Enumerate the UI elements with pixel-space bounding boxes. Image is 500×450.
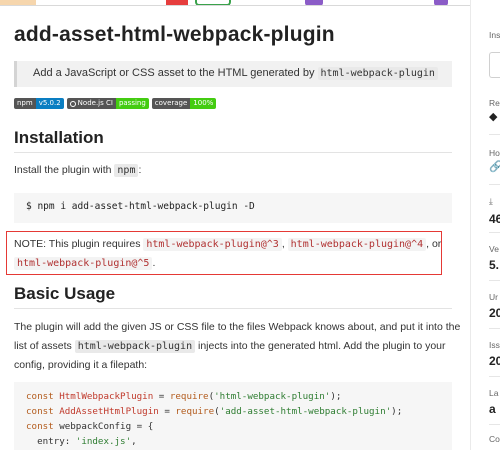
usage-paragraph-line: config, providing it a filepath: — [14, 359, 148, 371]
description-text: Add a JavaScript or CSS asset to the HTM… — [33, 67, 318, 79]
sidebar-divider — [489, 184, 500, 185]
repository-label: Re — [489, 98, 500, 108]
basic-usage-heading: Basic Usage — [14, 284, 116, 303]
downloads-icon: ⤓ — [489, 196, 493, 206]
collaborators-label: Co — [489, 434, 500, 444]
unpacked-size-value: 20 — [489, 306, 500, 320]
package-title: add-asset-html-webpack-plugin — [14, 23, 335, 46]
ci-status-badge[interactable]: Node.js CI passing — [66, 98, 149, 109]
heading-divider — [14, 308, 452, 309]
package-sidebar: Ins Re ◆ Ho 🔗 ⤓ 46 Ve 5. Ur 20 Iss 20 La… — [470, 0, 500, 450]
sidebar-divider — [489, 232, 500, 233]
install-command-input[interactable] — [489, 52, 500, 78]
badge-row: npm v5.0.2 Node.js CI passing coverage 1… — [14, 98, 217, 109]
readme-content: add-asset-html-webpack-plugin Add a Java… — [0, 0, 470, 450]
sidebar-divider — [489, 280, 500, 281]
install-label: Ins — [489, 30, 500, 40]
install-command-block[interactable]: $ npm i add-asset-html-webpack-plugin -D — [14, 193, 452, 223]
version-label: Ve — [489, 244, 499, 254]
sidebar-divider — [489, 328, 500, 329]
version-value: 5. — [489, 258, 500, 272]
issues-value: 20 — [489, 354, 500, 368]
package-description: Add a JavaScript or CSS asset to the HTM… — [14, 61, 452, 87]
unpacked-size-label: Ur — [489, 292, 498, 302]
usage-paragraph-line: list of assets html-webpack-plugin injec… — [14, 340, 446, 353]
compatibility-note: NOTE: This plugin requires html-webpack-… — [6, 231, 442, 275]
usage-paragraph-line: The plugin will add the given JS or CSS … — [14, 321, 461, 333]
usage-code-block[interactable]: const HtmlWebpackPlugin = require('html-… — [14, 382, 452, 450]
sidebar-divider — [489, 134, 500, 135]
github-icon — [69, 100, 76, 107]
link-icon[interactable]: 🔗 — [489, 160, 500, 173]
code-line: const AddAssetHtmlPlugin = require('add-… — [26, 406, 403, 417]
diamond-icon[interactable]: ◆ — [489, 110, 497, 123]
npm-version-badge[interactable]: npm v5.0.2 — [14, 98, 64, 109]
installation-heading: Installation — [14, 128, 104, 147]
code-line: const webpackConfig = { — [26, 421, 154, 432]
coverage-badge[interactable]: coverage 100% — [151, 98, 217, 109]
issues-label: Iss — [489, 340, 500, 350]
install-instructions: Install the plugin with npm: — [14, 164, 142, 177]
heading-divider — [14, 152, 452, 153]
weekly-downloads: 46 — [489, 212, 500, 226]
last-publish-value: a — [489, 402, 496, 416]
install-command: $ npm i add-asset-html-webpack-plugin -D — [26, 201, 255, 212]
sidebar-divider — [489, 376, 500, 377]
homepage-label: Ho — [489, 148, 500, 158]
code-line: entry: 'index.js', — [26, 436, 137, 447]
code-line: const HtmlWebpackPlugin = require('html-… — [26, 391, 342, 402]
description-code: html-webpack-plugin — [317, 67, 438, 80]
sidebar-divider — [489, 424, 500, 425]
last-publish-label: La — [489, 388, 499, 398]
